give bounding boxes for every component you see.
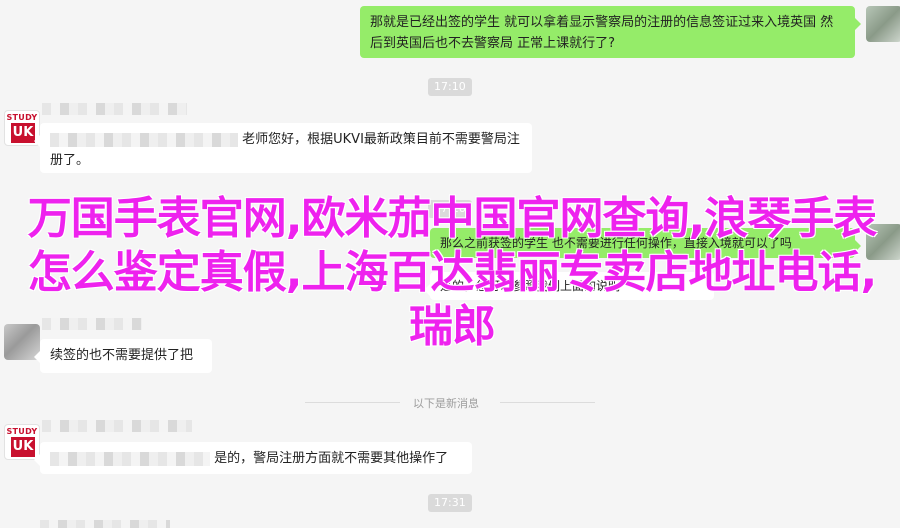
message-text: 那就是已经出签的学生 就可以拿着显示警察局的注册的信息签证过来入境英国 然后到英…: [370, 15, 834, 51]
overlay-title: 万国手表官网,欧米茄中国官网查询,浪琴手表怎么鉴定真假,上海百达翡丽专卖店地址电…: [27, 193, 877, 352]
new-messages-divider: 以下是新消息: [413, 397, 479, 410]
timestamp: 17:10: [428, 78, 472, 96]
avatar-label-top: STUDY: [6, 427, 38, 436]
message-bubble-left-6[interactable]: 是的，警局注册方面就不需要其他操作了: [34, 442, 472, 474]
new-messages-divider-line: [500, 402, 595, 403]
redacted-text: [50, 451, 210, 466]
redacted-name: [42, 103, 187, 115]
avatar-label-top: STUDY: [6, 113, 38, 122]
avatar-label-bottom: UK: [11, 123, 35, 143]
new-messages-divider-line: [305, 402, 400, 403]
message-bubble-left-2[interactable]: 老师您好，根据UKVI最新政策目前不需要警局注册了。: [34, 123, 532, 173]
redacted-name: [40, 520, 170, 528]
avatar-label-bottom: UK: [11, 437, 35, 457]
user-avatar[interactable]: [866, 6, 900, 42]
message-bubble-right-1[interactable]: 那就是已经出签的学生 就可以拿着显示警察局的注册的信息签证过来入境英国 然后到英…: [360, 6, 861, 58]
redacted-name: [42, 420, 192, 432]
message-text: 是的，警局注册方面就不需要其他操作了: [214, 451, 449, 466]
redacted-text: [50, 132, 238, 147]
timestamp: 17:31: [428, 494, 472, 512]
